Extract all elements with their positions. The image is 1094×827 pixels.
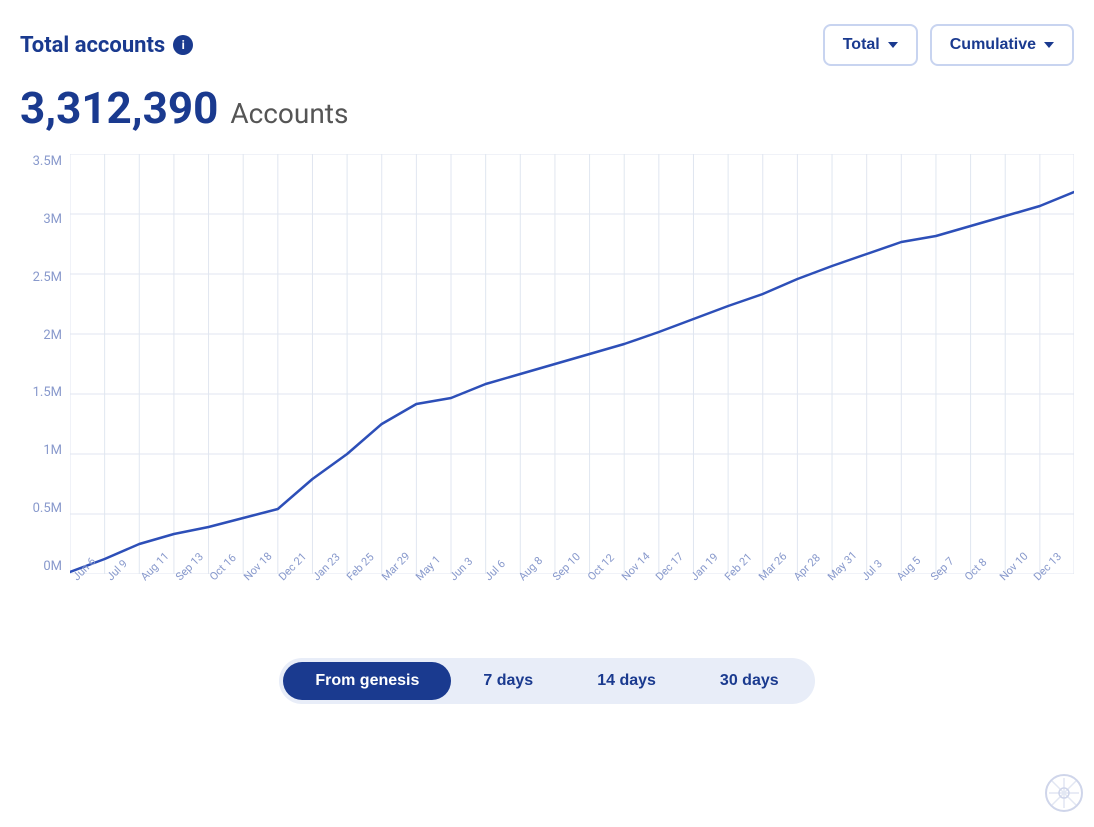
title-section: Total accounts i [20, 33, 193, 58]
time-filter-group: From genesis 7 days 14 days 30 days [279, 658, 814, 704]
filter-from-genesis[interactable]: From genesis [283, 662, 451, 700]
controls-section: Total Cumulative [823, 24, 1074, 66]
x-axis: Jun 6 Jul 9 Aug 11 Sep 13 Oct 16 Nov 18 … [70, 574, 1074, 634]
watermark-icon [1044, 773, 1084, 813]
filter-14days[interactable]: 14 days [565, 662, 688, 700]
chart-line [70, 192, 1074, 572]
chart-svg [70, 154, 1074, 574]
chart-container: 3.5M 3M 2.5M 2M 1.5M 1M 0.5M 0M [20, 154, 1074, 634]
info-icon[interactable]: i [173, 35, 193, 55]
metric-number: 3,312,390 [20, 82, 218, 134]
cumulative-dropdown-arrow-icon [1044, 42, 1054, 48]
chart-area: Jun 6 Jul 9 Aug 11 Sep 13 Oct 16 Nov 18 … [70, 154, 1074, 574]
cumulative-dropdown-label: Cumulative [950, 36, 1036, 54]
y-label-0m: 0M [43, 559, 62, 574]
cumulative-dropdown[interactable]: Cumulative [930, 24, 1074, 66]
filter-7days[interactable]: 7 days [451, 662, 565, 700]
y-label-0_5m: 0.5M [33, 501, 62, 516]
page-title: Total accounts [20, 33, 165, 58]
y-label-3_5m: 3.5M [33, 154, 62, 169]
y-label-1_5m: 1.5M [33, 385, 62, 400]
y-label-1m: 1M [43, 443, 62, 458]
y-label-2_5m: 2.5M [33, 270, 62, 285]
y-label-2m: 2M [43, 328, 62, 343]
metric-display: 3,312,390 Accounts [20, 82, 1074, 134]
total-dropdown-label: Total [843, 36, 880, 54]
page-header: Total accounts i Total Cumulative [20, 24, 1074, 66]
metric-unit: Accounts [230, 97, 348, 130]
watermark [1044, 773, 1084, 817]
total-dropdown-arrow-icon [888, 42, 898, 48]
total-dropdown[interactable]: Total [823, 24, 918, 66]
y-axis: 3.5M 3M 2.5M 2M 1.5M 1M 0.5M 0M [20, 154, 70, 574]
filter-30days[interactable]: 30 days [688, 662, 811, 700]
y-label-3m: 3M [43, 212, 62, 227]
